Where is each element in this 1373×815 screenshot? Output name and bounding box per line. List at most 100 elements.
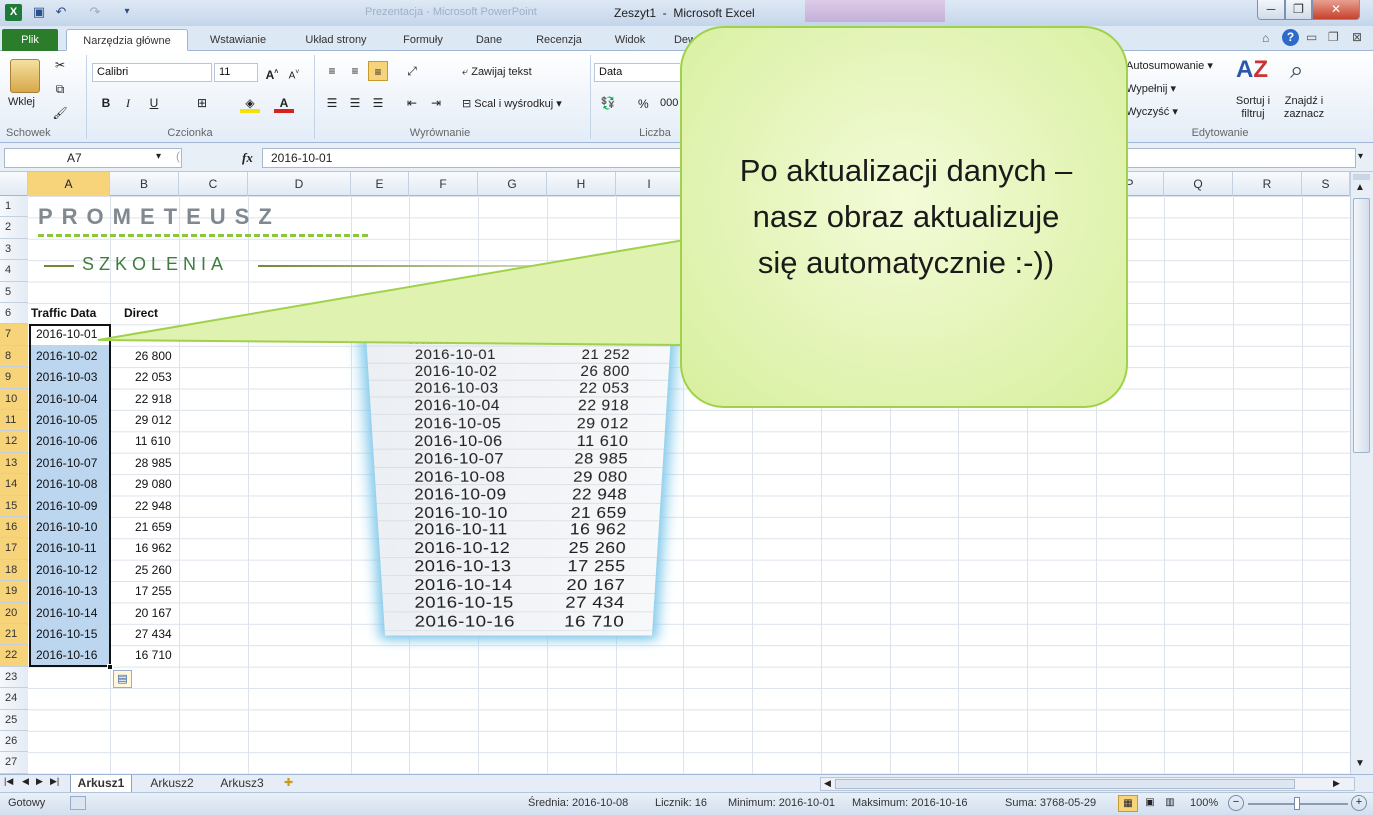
table-cell-date[interactable]: 2016-10-10	[36, 517, 97, 537]
row-header[interactable]: 20	[0, 602, 28, 624]
align-top-icon[interactable]: ≡	[322, 61, 342, 81]
row-header[interactable]: 5	[0, 282, 28, 303]
tab-review[interactable]: Recenzja	[524, 29, 594, 51]
sort-filter-icon[interactable]: AZ	[1236, 55, 1268, 85]
align-center-icon[interactable]: ☰	[345, 93, 365, 113]
page-layout-view-icon[interactable]: ▣	[1140, 795, 1160, 812]
table-cell-direct[interactable]: 28 985	[135, 453, 172, 473]
column-header-i[interactable]: I	[616, 172, 683, 196]
hscroll-thumb[interactable]	[835, 779, 1295, 789]
sheet-nav-prev-icon[interactable]: ◀	[22, 776, 29, 787]
insert-sheet-icon[interactable]: ✚	[284, 776, 293, 789]
table-cell-direct[interactable]: 27 434	[135, 624, 172, 644]
column-header-e[interactable]: E	[351, 172, 409, 196]
row-header[interactable]: 7	[0, 324, 28, 346]
row-header[interactable]: 15	[0, 495, 28, 517]
table-cell-direct[interactable]: 21 659	[135, 517, 172, 537]
table-cell-date[interactable]: 2016-10-01	[36, 324, 97, 344]
column-header-d[interactable]: D	[248, 172, 351, 196]
column-header-b[interactable]: B	[110, 172, 179, 196]
align-left-icon[interactable]: ☰	[322, 93, 342, 113]
scroll-thumb[interactable]	[1353, 198, 1370, 453]
sheet-tab-arkusz3[interactable]: Arkusz3	[212, 775, 272, 793]
minimize-button[interactable]: ─	[1257, 0, 1285, 20]
column-header-a[interactable]: A	[28, 172, 110, 196]
font-size-combo[interactable]: 11	[214, 63, 258, 82]
find-select-button[interactable]: Znajdź i zaznacz	[1276, 95, 1332, 121]
macro-record-icon[interactable]	[70, 796, 86, 810]
linked-picture[interactable]: Traffic Data Direct 2016-10-01 21 252 2016-1…	[365, 331, 672, 636]
zoom-out-icon[interactable]: −	[1228, 795, 1244, 811]
table-cell-date[interactable]: 2016-10-15	[36, 624, 97, 644]
table-cell-date[interactable]: 2016-10-08	[36, 474, 97, 494]
row-header[interactable]: 14	[0, 474, 28, 496]
horizontal-scrollbar[interactable]: ◀ ▶	[820, 777, 1355, 791]
save-icon[interactable]: ▣	[30, 3, 48, 21]
font-name-combo[interactable]: Calibri	[92, 63, 212, 82]
row-header[interactable]: 12	[0, 431, 28, 453]
sheet-nav-last-icon[interactable]: ▶|	[50, 776, 59, 787]
column-header-f[interactable]: F	[409, 172, 478, 196]
customize-qat-icon[interactable]: ▾	[118, 3, 136, 21]
table-header-traffic-data[interactable]: Traffic Data	[31, 303, 96, 323]
help-icon[interactable]: ?	[1282, 29, 1299, 46]
row-header[interactable]: 25	[0, 710, 28, 731]
paste-button[interactable]: Wklej	[8, 96, 35, 108]
thousands-button[interactable]: 000	[660, 97, 678, 109]
column-header-q[interactable]: Q	[1164, 172, 1233, 196]
wrap-text-button[interactable]: ⤶ Zawijaj tekst	[462, 66, 532, 79]
column-header-s[interactable]: S	[1302, 172, 1350, 196]
orientation-icon[interactable]: ⤢	[402, 61, 422, 81]
name-box-dropdown-icon[interactable]: ▾	[156, 151, 161, 162]
copy-icon[interactable]: ⧉	[50, 79, 70, 99]
number-format-combo[interactable]: Data	[594, 63, 680, 82]
doc-close-icon[interactable]: ⊠	[1352, 30, 1362, 44]
row-header[interactable]: 3	[0, 239, 28, 261]
scroll-up-icon[interactable]: ▲	[1355, 182, 1365, 193]
row-header[interactable]: 9	[0, 367, 28, 389]
table-cell-direct[interactable]: 20 167	[135, 603, 172, 623]
increase-indent-icon[interactable]: ⇥	[426, 93, 446, 113]
row-header[interactable]: 10	[0, 388, 28, 410]
table-cell-direct[interactable]: 29 012	[135, 410, 172, 430]
normal-view-icon[interactable]: ▦	[1118, 795, 1138, 812]
hscroll-right-icon[interactable]: ▶	[1333, 778, 1340, 789]
percent-button[interactable]: %	[638, 97, 649, 111]
table-cell-date[interactable]: 2016-10-07	[36, 453, 97, 473]
row-header[interactable]: 26	[0, 731, 28, 753]
row-header[interactable]: 18	[0, 559, 28, 582]
table-cell-direct[interactable]: 22 948	[135, 496, 172, 516]
minimize-ribbon-icon[interactable]: ⌂	[1262, 31, 1269, 45]
table-cell-date[interactable]: 2016-10-03	[36, 367, 97, 387]
table-cell-direct[interactable]: 25 260	[135, 560, 172, 580]
row-header[interactable]: 16	[0, 517, 28, 539]
font-color-icon[interactable]: A	[274, 93, 294, 113]
column-header-c[interactable]: C	[179, 172, 248, 196]
row-header[interactable]: 11	[0, 410, 28, 432]
sheet-tab-arkusz1[interactable]: Arkusz1	[70, 775, 132, 793]
table-cell-direct[interactable]: 16 710	[135, 645, 172, 665]
merge-center-button[interactable]: ⊟ Scal i wyśrodkuj ▾	[462, 97, 562, 110]
row-header[interactable]: 6	[0, 303, 28, 325]
row-header[interactable]: 22	[0, 645, 28, 667]
cut-icon[interactable]: ✂	[50, 55, 70, 75]
row-header[interactable]: 1	[0, 196, 28, 218]
align-bottom-icon[interactable]: ≡	[368, 61, 388, 81]
table-cell-direct[interactable]: 11 610	[135, 431, 171, 451]
table-cell-direct[interactable]: 17 255	[135, 581, 172, 601]
doc-minimize-icon[interactable]: ▭	[1306, 30, 1317, 44]
redo-icon[interactable]: ↷	[86, 3, 104, 21]
underline-button[interactable]: U	[144, 93, 164, 113]
column-header-g[interactable]: G	[478, 172, 547, 196]
table-cell-date[interactable]: 2016-10-13	[36, 581, 97, 601]
table-cell-date[interactable]: 2016-10-14	[36, 603, 97, 623]
maximize-button[interactable]: ❐	[1285, 0, 1312, 20]
row-header[interactable]: 13	[0, 452, 28, 475]
table-cell-direct[interactable]: 16 962	[135, 538, 172, 558]
row-header[interactable]: 21	[0, 624, 28, 646]
select-all-corner[interactable]	[0, 172, 28, 196]
bold-button[interactable]: B	[96, 93, 116, 113]
clear-button[interactable]: Wyczyść ▾	[1126, 105, 1178, 118]
table-cell-direct[interactable]: 29 080	[135, 474, 172, 494]
table-cell-direct[interactable]: 26 800	[135, 346, 172, 366]
